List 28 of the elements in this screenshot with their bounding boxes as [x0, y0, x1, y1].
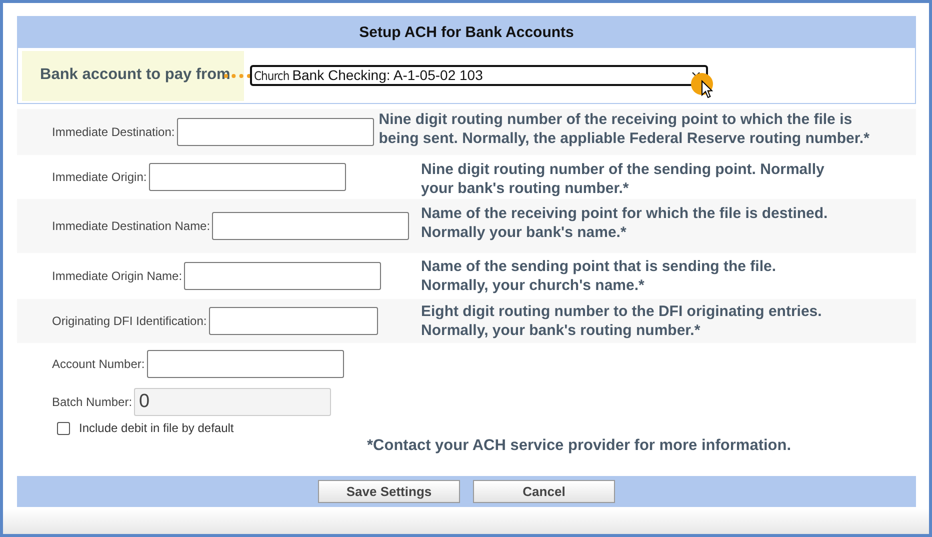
cursor-icon	[701, 80, 713, 99]
field-label: Immediate Destination:	[52, 125, 175, 139]
form-title: Setup ACH for Bank Accounts	[359, 24, 574, 40]
help-text: Nine digit routing number of the sending point. Normally your bank's routing number.*	[421, 160, 824, 198]
footnote: *Contact your ACH service provider for more information.	[367, 437, 792, 455]
field-label: Originating DFI Identification:	[52, 314, 207, 328]
checkbox[interactable]	[57, 422, 70, 434]
field-label: Bank account to pay from	[22, 50, 244, 100]
field-label: Account Number:	[52, 357, 145, 371]
input-field[interactable]	[208, 307, 378, 335]
input-field[interactable]	[212, 212, 410, 240]
cancel-button[interactable]: Cancel	[473, 480, 615, 503]
checkbox-label: Include debit in file by default	[79, 421, 234, 435]
input-field[interactable]	[148, 163, 346, 191]
input-field[interactable]	[176, 118, 374, 146]
field-label: Immediate Origin:	[52, 170, 147, 184]
field-label: Immediate Origin Name:	[52, 269, 182, 283]
save-button[interactable]: Save Settings	[318, 480, 460, 503]
field-label: Immediate Destination Name:	[52, 219, 210, 233]
input-field[interactable]	[184, 262, 382, 290]
chevron-down-icon	[692, 72, 700, 77]
help-text: Eight digit routing number to the DFI originating entries. Normally, your bank's routing number.*	[421, 302, 822, 340]
account-dropdown[interactable]: Church Bank Checking: A-1-05-02 103	[250, 65, 708, 86]
help-text: Name of the receiving point for which the file is destined. Normally your bank's name.*	[421, 204, 828, 242]
help-text: Name of the sending point that is sending the file. Normally, your church's name.*	[421, 257, 776, 295]
field-label: Batch Number:	[52, 394, 132, 408]
help-text: Nine digit routing number of the receiving point to which the file is being sent. Normally, the appliable Federal Reserve routing number.*	[378, 110, 870, 148]
input-field[interactable]	[146, 350, 344, 378]
